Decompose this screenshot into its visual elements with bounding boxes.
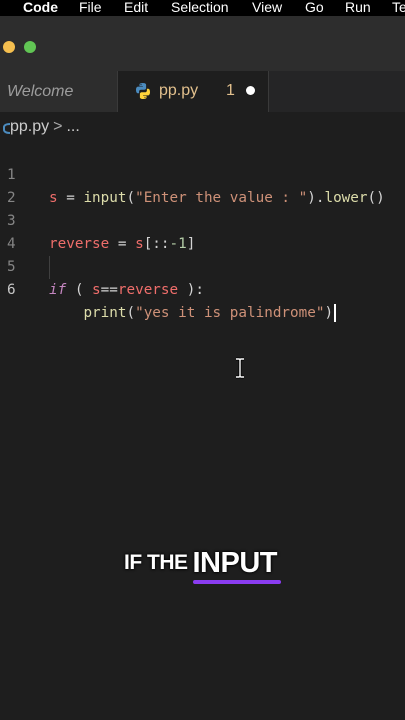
code-line-5: 5 if ( s==reverse ): — [0, 233, 405, 298]
menu-terminal[interactable]: Te — [392, 0, 405, 15]
code-line-1: 1 s = input("Enter the value : ").lower(… — [0, 141, 405, 206]
code-line-3: 3 reverse = s[::-1] — [0, 187, 405, 252]
breadcrumb-more[interactable]: ... — [66, 118, 79, 136]
menu-run[interactable]: Run — [345, 0, 371, 15]
breadcrumb: pp.py > ... — [0, 113, 80, 141]
menu-app-name[interactable]: Code — [23, 0, 58, 15]
caption-highlight: INPUT — [192, 547, 281, 584]
python-file-icon — [3, 123, 10, 134]
code-line-6: 6 print("yes it is palindrome") — [0, 256, 405, 322]
text-cursor-icon — [236, 357, 244, 379]
code-text: print("yes it is palindrome") — [49, 302, 337, 325]
breadcrumb-file[interactable]: pp.py — [10, 118, 49, 136]
menu-edit[interactable]: Edit — [124, 0, 148, 15]
code-text: if ( s==reverse ): — [49, 282, 204, 298]
code-line-4: 4 — [0, 210, 405, 252]
menu-selection[interactable]: Selection — [171, 0, 229, 15]
python-file-icon — [136, 83, 150, 99]
code-line-2: 2 — [0, 164, 405, 206]
menu-go[interactable]: Go — [305, 0, 324, 15]
caption-big-text: INPUT — [192, 547, 278, 579]
code-editor[interactable]: 1 s = input("Enter the value : ").lower(… — [0, 141, 405, 720]
text-cursor — [334, 304, 337, 322]
chevron-right-icon: > — [53, 118, 63, 135]
caption-underline — [192, 580, 281, 584]
video-caption: IF THE INPUT — [124, 547, 281, 584]
menu-view[interactable]: View — [252, 0, 282, 15]
line-number: 6 — [7, 282, 16, 298]
menu-bar: Code File Edit Selection View Go Run Te — [0, 0, 405, 16]
tab-pp-py-label: pp.py — [159, 82, 199, 99]
caption-small-text: IF THE — [124, 551, 188, 574]
menu-file[interactable]: File — [79, 0, 102, 15]
tab-pp-py[interactable]: pp.py 1 — [117, 71, 269, 112]
minimize-button[interactable] — [3, 41, 15, 53]
tab-welcome-label: Welcome — [7, 82, 74, 100]
tab-welcome[interactable]: Welcome — [0, 71, 117, 112]
problem-count-badge: 1 — [226, 82, 235, 99]
unsaved-dot-icon[interactable] — [246, 86, 255, 95]
zoom-button[interactable] — [24, 41, 36, 53]
window-title-bar — [0, 16, 405, 71]
